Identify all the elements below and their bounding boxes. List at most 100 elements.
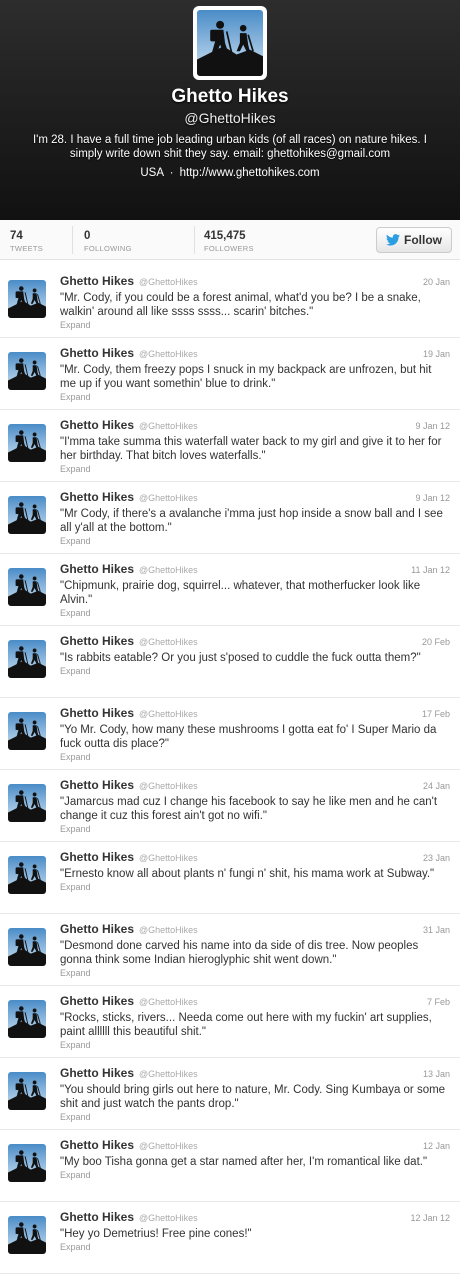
tweet-timestamp[interactable]: 17 Feb: [422, 709, 450, 719]
tweet-expand-link[interactable]: Expand: [60, 464, 450, 474]
tweet-avatar[interactable]: [8, 1216, 46, 1254]
tweet-expand-link[interactable]: Expand: [60, 392, 450, 402]
tweet-timestamp[interactable]: 7 Feb: [427, 997, 450, 1007]
tweet-item[interactable]: Ghetto Hikes @GhettoHikes 20 Jan "Mr. Cody,…: [0, 266, 460, 338]
stat-followers-count: 415,475: [204, 230, 246, 242]
tweet-author-handle[interactable]: @GhettoHikes: [139, 853, 198, 863]
tweet-avatar[interactable]: [8, 568, 46, 606]
tweet-expand-link[interactable]: Expand: [60, 1040, 450, 1050]
tweet-item[interactable]: Ghetto Hikes @GhettoHikes 20 Feb "Is rabbit…: [0, 626, 460, 698]
tweet-avatar[interactable]: [8, 280, 46, 318]
tweet-author-handle[interactable]: @GhettoHikes: [139, 493, 198, 503]
tweet-author-handle[interactable]: @GhettoHikes: [139, 1141, 198, 1151]
tweet-timestamp[interactable]: 31 Jan: [423, 925, 450, 935]
tweet-author-handle[interactable]: @GhettoHikes: [139, 421, 198, 431]
profile-header: Ghetto Hikes @GhettoHikes I'm 28. I have…: [0, 0, 460, 220]
tweet-timestamp[interactable]: 20 Jan: [423, 277, 450, 287]
tweet-avatar[interactable]: [8, 1144, 46, 1182]
profile-handle[interactable]: @GhettoHikes: [0, 110, 460, 126]
stat-followers[interactable]: 415,475 FOLLOWERS: [204, 230, 254, 253]
tweet-expand-link[interactable]: Expand: [60, 1112, 450, 1122]
tweet-expand-link[interactable]: Expand: [60, 882, 450, 892]
tweet-author-name[interactable]: Ghetto Hikes: [60, 922, 134, 936]
tweet-timestamp[interactable]: 13 Jan: [423, 1069, 450, 1079]
tweet-avatar[interactable]: [8, 784, 46, 822]
tweet-timestamp[interactable]: 11 Jan 12: [411, 565, 450, 575]
tweet-author-handle[interactable]: @GhettoHikes: [139, 1213, 198, 1223]
tweet-author-handle[interactable]: @GhettoHikes: [139, 709, 198, 719]
tweet-author-name[interactable]: Ghetto Hikes: [60, 778, 134, 792]
tweet-item[interactable]: Ghetto Hikes @GhettoHikes 12 Jan "My boo Ti…: [0, 1130, 460, 1202]
tweet-timestamp[interactable]: 12 Jan 12: [410, 1213, 450, 1223]
tweet-avatar[interactable]: [8, 640, 46, 678]
stat-following[interactable]: 0 FOLLOWING: [84, 230, 132, 253]
tweet-author-name[interactable]: Ghetto Hikes: [60, 1066, 134, 1080]
tweet-author-handle[interactable]: @GhettoHikes: [139, 565, 198, 575]
tweet-item[interactable]: Ghetto Hikes @GhettoHikes 19 Jan "Mr. Cody,…: [0, 338, 460, 410]
tweet-item[interactable]: Ghetto Hikes @GhettoHikes 17 Feb "Yo Mr. Co…: [0, 698, 460, 770]
tweet-item[interactable]: Ghetto Hikes @GhettoHikes 23 Jan "Ernesto k…: [0, 842, 460, 914]
tweet-avatar[interactable]: [8, 352, 46, 390]
tweet-expand-link[interactable]: Expand: [60, 1242, 450, 1252]
tweet-expand-link[interactable]: Expand: [60, 752, 450, 762]
tweet-author-handle[interactable]: @GhettoHikes: [139, 349, 198, 359]
tweet-expand-link[interactable]: Expand: [60, 1170, 450, 1180]
tweet-author-name[interactable]: Ghetto Hikes: [60, 1138, 134, 1152]
tweet-expand-link[interactable]: Expand: [60, 608, 450, 618]
tweet-text: "Mr. Cody, them freezy pops I snuck in m…: [60, 364, 432, 390]
tweet-author-handle[interactable]: @GhettoHikes: [139, 277, 198, 287]
tweet-author-handle[interactable]: @GhettoHikes: [139, 925, 198, 935]
tweet-item[interactable]: Ghetto Hikes @GhettoHikes 12 Jan 12 "Hey yo…: [0, 1202, 460, 1274]
profile-avatar[interactable]: [193, 6, 267, 80]
tweet-expand-link[interactable]: Expand: [60, 320, 450, 330]
tweet-timestamp[interactable]: 24 Jan: [423, 781, 450, 791]
tweet-timestamp[interactable]: 20 Feb: [422, 637, 450, 647]
tweet-avatar[interactable]: [8, 856, 46, 894]
tweet-avatar[interactable]: [8, 928, 46, 966]
tweet-item[interactable]: Ghetto Hikes @GhettoHikes 13 Jan "You shoul…: [0, 1058, 460, 1130]
tweet-expand-link[interactable]: Expand: [60, 968, 450, 978]
tweet-timestamp[interactable]: 12 Jan: [423, 1141, 450, 1151]
tweet-item[interactable]: Ghetto Hikes @GhettoHikes 7 Feb "Rocks, sti…: [0, 986, 460, 1058]
tweet-expand-link[interactable]: Expand: [60, 536, 450, 546]
tweet-author-name[interactable]: Ghetto Hikes: [60, 850, 134, 864]
tweet-author-name[interactable]: Ghetto Hikes: [60, 994, 134, 1008]
tweet-author-name[interactable]: Ghetto Hikes: [60, 706, 134, 720]
tweet-author-name[interactable]: Ghetto Hikes: [60, 634, 134, 648]
tweet-author-handle[interactable]: @GhettoHikes: [139, 781, 198, 791]
tweet-timestamp[interactable]: 9 Jan 12: [415, 421, 450, 431]
tweet-item[interactable]: Ghetto Hikes @GhettoHikes 9 Jan 12 "Mr Cody…: [0, 482, 460, 554]
follow-button[interactable]: Follow: [376, 227, 452, 253]
tweet-author-name[interactable]: Ghetto Hikes: [60, 490, 134, 504]
tweet-item[interactable]: Ghetto Hikes @GhettoHikes 9 Jan 12 "I'mma t…: [0, 410, 460, 482]
tweet-author-handle[interactable]: @GhettoHikes: [139, 1069, 198, 1079]
tweet-text: "Ernesto know all about plants n' fungi …: [60, 868, 435, 880]
profile-url-link[interactable]: http://www.ghettohikes.com: [180, 167, 320, 179]
tweet-author-handle[interactable]: @GhettoHikes: [139, 997, 198, 1007]
tweet-item[interactable]: Ghetto Hikes @GhettoHikes 31 Jan "Desmond d…: [0, 914, 460, 986]
tweet-avatar[interactable]: [8, 1072, 46, 1110]
tweet-author-name[interactable]: Ghetto Hikes: [60, 1210, 134, 1224]
tweet-avatar[interactable]: [8, 1000, 46, 1038]
tweet-timestamp[interactable]: 19 Jan: [423, 349, 450, 359]
tweet-item[interactable]: Ghetto Hikes @GhettoHikes 24 Jan "Jamarcus …: [0, 770, 460, 842]
tweet-header: Ghetto Hikes @GhettoHikes 24 Jan: [60, 778, 450, 792]
tweet-item[interactable]: Ghetto Hikes @GhettoHikes 11 Jan 12 "Chipmu…: [0, 554, 460, 626]
tweet-avatar[interactable]: [8, 496, 46, 534]
hiker-avatar-image: [8, 856, 46, 894]
tweet-author-name[interactable]: Ghetto Hikes: [60, 418, 134, 432]
tweet-avatar[interactable]: [8, 424, 46, 462]
tweet-author-name[interactable]: Ghetto Hikes: [60, 346, 134, 360]
tweet-avatar[interactable]: [8, 712, 46, 750]
tweet-timestamp[interactable]: 9 Jan 12: [415, 493, 450, 503]
tweet-timestamp[interactable]: 23 Jan: [423, 853, 450, 863]
tweet-author-name[interactable]: Ghetto Hikes: [60, 562, 134, 576]
stat-tweets[interactable]: 74 TWEETS: [10, 230, 43, 253]
tweet-author-handle[interactable]: @GhettoHikes: [139, 637, 198, 647]
tweet-expand-link[interactable]: Expand: [60, 824, 450, 834]
tweet-text: "Mr. Cody, if you could be a forest anim…: [60, 292, 421, 318]
tweet-text: "Mr Cody, if there's a avalanche i'mma j…: [60, 508, 443, 534]
tweet-header: Ghetto Hikes @GhettoHikes 20 Feb: [60, 634, 450, 648]
tweet-expand-link[interactable]: Expand: [60, 666, 450, 676]
tweet-author-name[interactable]: Ghetto Hikes: [60, 274, 134, 288]
